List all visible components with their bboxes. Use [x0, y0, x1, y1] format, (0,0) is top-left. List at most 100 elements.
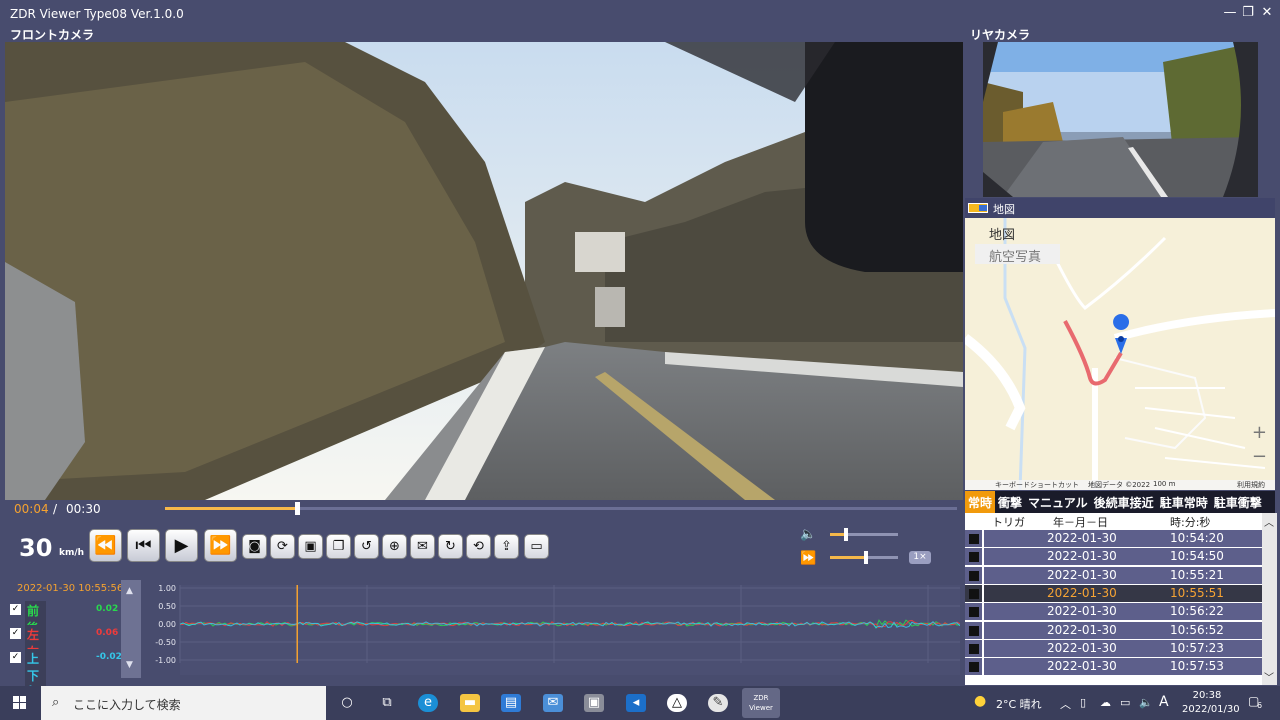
front-camera-video[interactable] [5, 42, 963, 500]
axis-checkbox[interactable]: ✓ [10, 628, 21, 639]
previous-button[interactable]: ⏮ [127, 529, 160, 562]
graph-ytick: -1.00 [155, 656, 176, 665]
row-divider [982, 584, 984, 603]
system-clock[interactable]: 20:38 2022/01/30 [1182, 689, 1240, 717]
axis-checkbox[interactable]: ✓ [10, 604, 21, 615]
snapshot-camera-button[interactable]: ◙ [242, 534, 267, 559]
weather-text[interactable]: 2°C 晴れ [996, 696, 1042, 712]
tray-app-icon[interactable]: ▯ [1080, 696, 1086, 709]
seek-handle[interactable] [295, 502, 301, 515]
zoom-out-button[interactable]: − [1252, 446, 1267, 467]
playback-rate-slider[interactable] [830, 551, 898, 564]
volume-slider[interactable] [830, 528, 898, 541]
tab-1[interactable]: 衝撃 [995, 491, 1025, 513]
window-title: ZDR Viewer Type08 Ver.1.0.0 [10, 7, 184, 21]
gsensor-timestamp: 2022-01-30 10:55:56 [17, 583, 124, 594]
map-shortcuts-link[interactable]: キーボードショートカット [995, 480, 1079, 490]
folder-button[interactable]: ▭ [524, 534, 549, 559]
map-scale: 100 m [1153, 480, 1176, 488]
ime-indicator[interactable]: A [1159, 694, 1169, 710]
playback-rate-handle[interactable] [864, 551, 868, 564]
play-button[interactable]: ▶ [165, 529, 198, 562]
task-view-icon[interactable]: ⧉ [377, 694, 397, 712]
fast-forward-button[interactable]: ⏩ [204, 529, 237, 562]
app-icon[interactable]: ◂ [626, 694, 646, 712]
tab-5[interactable]: 駐車衝撃 [1211, 491, 1265, 513]
refresh-button[interactable]: ↻ [438, 534, 463, 559]
close-button[interactable]: ✕ [1258, 4, 1276, 22]
row-divider [982, 548, 984, 567]
zoom-in-button[interactable]: + [1252, 422, 1267, 443]
recording-row[interactable]: 2022-01-30 10:55:21 [965, 565, 1263, 585]
app-icon-3[interactable]: ✎ [708, 694, 728, 712]
tray-chevron-icon[interactable]: ︿ [1060, 696, 1071, 712]
trigger-marker [969, 662, 979, 673]
gsensor-scroll-up-icon[interactable]: ▲ [126, 586, 133, 596]
reload-button[interactable]: ⟲ [466, 534, 491, 559]
rear-camera-video[interactable] [983, 42, 1258, 197]
map-type-aerial-button[interactable]: 航空写真 [975, 244, 1060, 265]
volume-handle[interactable] [843, 528, 848, 541]
scroll-up-icon[interactable]: ︿ [1264, 514, 1274, 529]
recording-row[interactable]: 2022-01-30 10:57:53 [965, 657, 1263, 677]
playback-rate-icon[interactable]: ⏩ [800, 551, 816, 566]
playback-rate-badge: 1× [909, 551, 931, 564]
row-date: 2022-01-30 [1047, 567, 1117, 582]
cloud-icon[interactable]: ☁ [1100, 696, 1111, 709]
axis-value: -0.02 [96, 652, 122, 662]
recording-row[interactable]: 2022-01-30 10:57:23 [965, 638, 1263, 658]
taskbar-search-box[interactable]: ⌕ ここに入力して検索 [41, 686, 326, 720]
axis-checkbox[interactable]: ✓ [10, 652, 21, 663]
recording-row[interactable]: 2022-01-30 10:54:20 [965, 529, 1263, 548]
seek-bar[interactable] [165, 502, 957, 515]
recording-row[interactable]: 2022-01-30 10:56:52 [965, 620, 1263, 640]
edge-browser-icon[interactable]: e [418, 694, 438, 712]
map-copyright: 地図データ ©2022 [1088, 481, 1151, 489]
row-time: 10:57:23 [1170, 640, 1224, 655]
video-record-button[interactable]: ▣ [298, 534, 323, 559]
store-icon[interactable]: ▤ [501, 694, 521, 712]
volume-icon[interactable]: 🔈 [800, 527, 816, 542]
photos-app-icon[interactable]: ▣ [584, 694, 604, 712]
rewind-button[interactable]: ⏪ [89, 529, 122, 562]
row-time: 10:55:51 [1170, 585, 1224, 600]
multi-window-button[interactable]: ❐ [326, 534, 351, 559]
recording-list-scrollbar[interactable]: ︿ ﹀ [1262, 513, 1277, 685]
replay-button[interactable]: ↺ [354, 534, 379, 559]
total-time: 00:30 [66, 502, 101, 516]
battery-icon[interactable]: ▭ [1120, 696, 1130, 709]
map-terms-link[interactable]: 利用規約 [1237, 480, 1265, 490]
tab-4[interactable]: 駐車常時 [1157, 491, 1211, 513]
scroll-down-icon[interactable]: ﹀ [1264, 669, 1274, 684]
tab-3[interactable]: 後続車接近 [1091, 491, 1157, 513]
recording-row[interactable]: 2022-01-30 10:55:51 [965, 583, 1263, 603]
volume-tray-icon[interactable]: 🔈 [1139, 696, 1153, 709]
gsensor-scroll-down-icon[interactable]: ▼ [126, 660, 133, 670]
tab-0[interactable]: 常時 [965, 491, 996, 513]
rear-camera-label: リヤカメラ [970, 28, 1031, 42]
col-date: 年－月－日 [1053, 516, 1108, 529]
map-attribution: キーボードショートカット 地図データ ©2022 100 m 利用規約 [965, 480, 1275, 490]
mail-button[interactable]: ✉ [410, 534, 435, 559]
tab-2[interactable]: マニュアル [1025, 491, 1091, 513]
zoom-button[interactable]: ⊕ [382, 534, 407, 559]
file-explorer-icon[interactable]: ▬ [460, 694, 480, 712]
map-flag-icon [968, 203, 988, 213]
minimize-button[interactable]: — [1221, 4, 1239, 22]
row-date: 2022-01-30 [1047, 549, 1117, 564]
map-type-map-button[interactable]: 地図 [975, 222, 1060, 243]
mail-icon[interactable]: ✉ [543, 694, 563, 712]
row-date: 2022-01-30 [1047, 604, 1117, 619]
sun-weather-icon: ● [974, 693, 987, 709]
zdr-viewer-taskbar-icon[interactable]: ZDR Viewer [742, 688, 780, 718]
map-view[interactable]: 地図 航空写真 + − キーボードショートカット 地図データ ©2022 100… [965, 218, 1275, 490]
gsensor-scrollbar[interactable]: ▲ ▼ [121, 580, 141, 678]
app-icon-2[interactable]: △ [667, 694, 687, 712]
cortana-icon[interactable]: ○ [337, 694, 357, 712]
notification-count: 6 [1257, 701, 1263, 710]
maximize-button[interactable]: ❐ [1239, 4, 1257, 22]
recording-row[interactable]: 2022-01-30 10:54:50 [965, 547, 1263, 567]
recording-row[interactable]: 2022-01-30 10:56:22 [965, 602, 1263, 622]
export-button[interactable]: ⇪ [494, 534, 519, 559]
rotate-button[interactable]: ⟳ [270, 534, 295, 559]
